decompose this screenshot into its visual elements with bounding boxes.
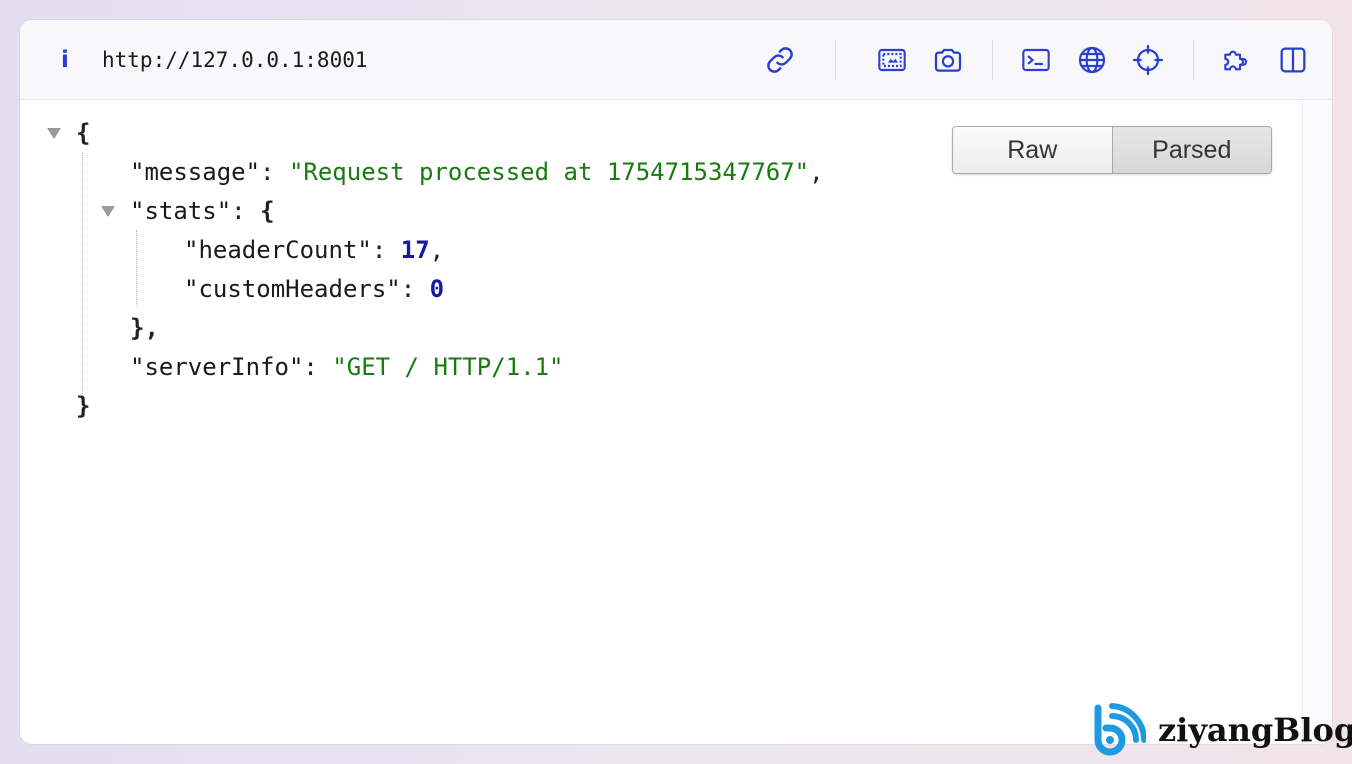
wifi-logo-icon xyxy=(1094,703,1146,756)
toolbar: i http://127.0.0.1:8001 xyxy=(20,20,1332,100)
screenshot-region-icon[interactable] xyxy=(874,42,910,78)
json-key: "headerCount" xyxy=(184,236,372,264)
json-string-value[interactable]: "GET / HTTP/1.1" xyxy=(332,353,563,381)
camera-icon[interactable] xyxy=(930,42,966,78)
json-row-stats: "stats": { xyxy=(130,197,275,225)
puzzle-icon[interactable] xyxy=(1218,42,1254,78)
info-icon[interactable]: i xyxy=(54,48,76,72)
terminal-icon[interactable] xyxy=(1018,42,1054,78)
json-viewer: { "message": "Request processed at 17547… xyxy=(20,100,1302,744)
json-key: "stats" xyxy=(130,197,232,225)
watermark-text: ziyangBlog xyxy=(1158,711,1352,749)
globe-icon[interactable] xyxy=(1074,42,1110,78)
indent-guide xyxy=(136,230,137,306)
crosshair-icon[interactable] xyxy=(1130,42,1166,78)
json-string-value[interactable]: "Request processed at 1754715347767" xyxy=(289,158,809,186)
collapse-stats-icon[interactable] xyxy=(101,206,115,217)
json-open-brace: { xyxy=(260,197,275,225)
json-row-customHeaders: "customHeaders": 0 xyxy=(184,275,445,303)
watermark: ziyangBlog xyxy=(1090,700,1352,760)
link-icon[interactable] xyxy=(762,42,798,78)
toolbar-divider xyxy=(992,40,993,80)
vertical-scrollbar[interactable] xyxy=(1302,100,1332,744)
parsed-button[interactable]: Parsed xyxy=(1112,127,1271,173)
sidebar-icon[interactable] xyxy=(1275,42,1311,78)
json-row-headerCount: "headerCount": 17, xyxy=(184,236,445,264)
json-key: "message" xyxy=(130,158,261,186)
json-close-brace: } xyxy=(76,392,91,420)
collapse-root-icon[interactable] xyxy=(47,128,61,139)
toolbar-divider xyxy=(835,40,836,80)
json-key: "serverInfo" xyxy=(130,353,304,381)
raw-button[interactable]: Raw xyxy=(953,127,1113,173)
json-row-serverInfo: "serverInfo": "GET / HTTP/1.1" xyxy=(130,353,564,381)
json-number-value[interactable]: 17 xyxy=(401,236,430,264)
json-close-brace: }, xyxy=(130,314,159,342)
indent-guide xyxy=(82,152,83,414)
json-number-value[interactable]: 0 xyxy=(430,275,444,303)
json-key: "customHeaders" xyxy=(184,275,401,303)
json-row-message: "message": "Request processed at 1754715… xyxy=(130,158,824,186)
view-toggle: Raw Parsed xyxy=(952,126,1272,174)
url-display[interactable]: http://127.0.0.1:8001 xyxy=(102,48,368,72)
browser-window: i http://127.0.0.1:8001 {"message": "Re… xyxy=(20,20,1332,744)
json-open-brace: { xyxy=(76,119,91,147)
toolbar-divider xyxy=(1193,40,1194,80)
